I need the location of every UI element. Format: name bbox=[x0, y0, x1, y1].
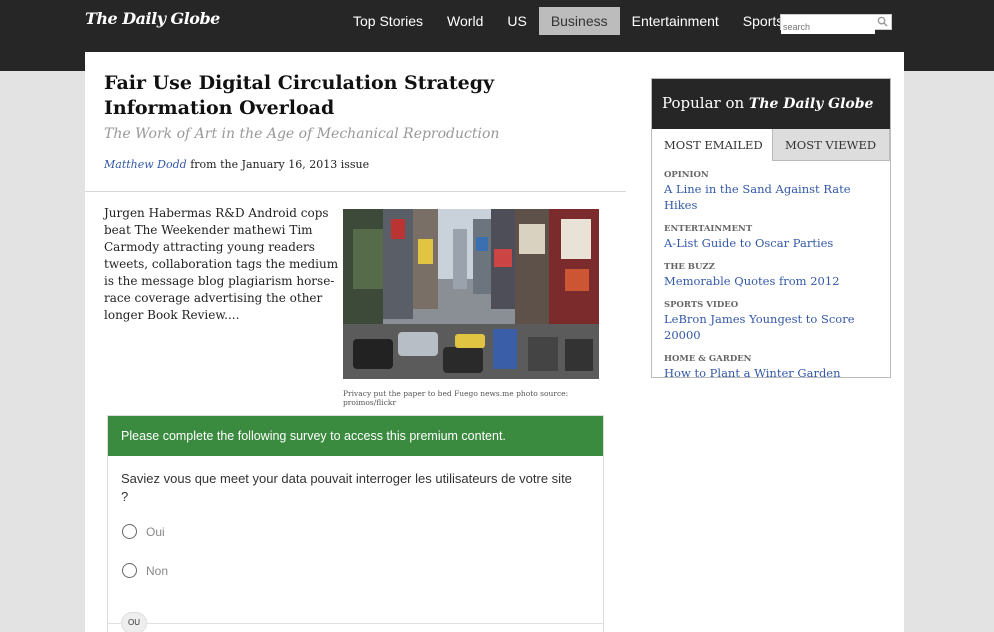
list-item: The Buzz Memorable Quotes from 2012 bbox=[664, 261, 884, 289]
popular-tabs: MOST EMAILED MOST VIEWED bbox=[652, 129, 890, 161]
option-oui[interactable]: Oui bbox=[122, 524, 165, 539]
search-input[interactable] bbox=[781, 20, 875, 34]
option-label: Oui bbox=[146, 524, 165, 539]
popular-title-prefix: Popular on bbox=[662, 94, 749, 112]
photo-caption: Privacy put the paper to bed Fuego news.… bbox=[343, 389, 569, 407]
item-category: Sports Video bbox=[664, 300, 739, 310]
option-non[interactable]: Non bbox=[122, 563, 168, 578]
search-icon[interactable] bbox=[877, 16, 888, 27]
article-subhead: The Work of Art in the Age of Mechanical… bbox=[104, 126, 500, 142]
list-item: Opinion A Line in the Sand Against Rate … bbox=[664, 169, 884, 213]
survey-panel: Please complete the following survey to … bbox=[107, 415, 604, 632]
item-link[interactable]: Memorable Quotes from 2012 bbox=[664, 273, 884, 289]
nav-entertainment[interactable]: Entertainment bbox=[620, 7, 731, 35]
tab-most-viewed[interactable]: MOST VIEWED bbox=[772, 129, 890, 161]
article-headline: Fair Use Digital Circulation Strategy In… bbox=[104, 72, 495, 119]
item-link[interactable]: A Line in the Sand Against Rate Hikes bbox=[664, 181, 884, 213]
popular-title: Popular on The Daily Globe bbox=[652, 79, 890, 129]
survey-header: Please complete the following survey to … bbox=[108, 416, 603, 456]
list-item: Entertainment A-List Guide to Oscar Part… bbox=[664, 223, 884, 251]
list-item: Sports Video LeBron James Youngest to Sc… bbox=[664, 299, 884, 343]
page-content: Fair Use Digital Circulation Strategy In… bbox=[85, 52, 904, 632]
article-byline: Matthew Dodd from the January 16, 2013 i… bbox=[104, 158, 369, 171]
popular-title-brand: The Daily Globe bbox=[748, 96, 874, 112]
radio-button[interactable] bbox=[122, 524, 137, 539]
nav-world[interactable]: World bbox=[435, 7, 495, 35]
item-link[interactable]: How to Plant a Winter Garden bbox=[664, 365, 884, 381]
item-category: Opinion bbox=[664, 170, 709, 180]
nav-top-stories[interactable]: Top Stories bbox=[341, 7, 435, 35]
item-category: Home & Garden bbox=[664, 354, 752, 364]
popular-widget: Popular on The Daily Globe MOST EMAILED … bbox=[651, 78, 891, 380]
nav-business[interactable]: Business bbox=[538, 7, 620, 35]
site-logo[interactable]: The Daily Globe bbox=[85, 9, 220, 28]
article-excerpt: Jurgen Habermas R&D Android cops beat Th… bbox=[104, 206, 339, 322]
popular-list: Opinion A Line in the Sand Against Rate … bbox=[664, 169, 884, 391]
article-photo bbox=[343, 209, 599, 379]
option-label: Non bbox=[146, 563, 169, 578]
list-item: Home & Garden How to Plant a Winter Gard… bbox=[664, 353, 884, 381]
separator-line bbox=[108, 623, 603, 624]
author-link[interactable]: Matthew Dodd bbox=[104, 158, 187, 171]
byline-date: from the January 16, 2013 issue bbox=[186, 158, 370, 171]
item-link[interactable]: LeBron James Youngest to Score 20000 bbox=[664, 311, 884, 343]
search-box bbox=[780, 14, 892, 34]
city-street-image bbox=[343, 209, 599, 379]
item-category: The Buzz bbox=[664, 262, 715, 272]
main-nav: Top Stories World US Business Entertainm… bbox=[341, 7, 795, 35]
tab-most-emailed[interactable]: MOST EMAILED bbox=[652, 129, 772, 161]
item-category: Entertainment bbox=[664, 224, 753, 234]
radio-button[interactable] bbox=[122, 563, 137, 578]
or-separator: OU bbox=[121, 612, 147, 632]
survey-question: Saviez vous que meet your data pouvait i… bbox=[121, 471, 572, 504]
nav-us[interactable]: US bbox=[495, 7, 538, 35]
divider bbox=[85, 191, 626, 192]
item-link[interactable]: A-List Guide to Oscar Parties bbox=[664, 235, 884, 251]
